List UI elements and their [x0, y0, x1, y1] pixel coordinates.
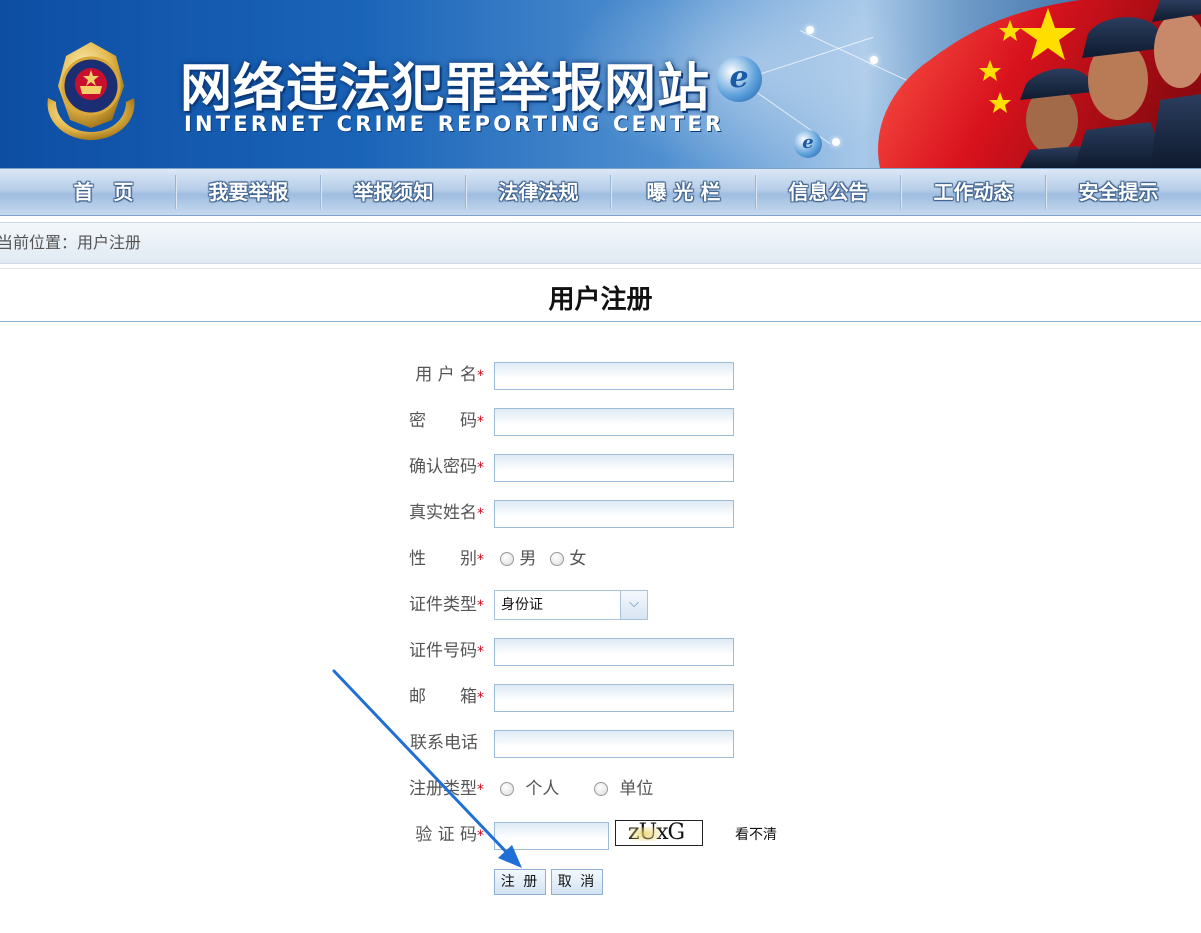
register-type-individual-label: 个人 [525, 779, 560, 799]
username-row: 用 户 名* [400, 360, 820, 390]
register-type-option-individual[interactable]: 个人 [500, 774, 559, 804]
required-mark: * [477, 598, 484, 614]
phone-row: 联系电话 [400, 728, 820, 758]
nav-item-work-news[interactable]: 工作动态 [902, 169, 1045, 215]
register-type-organization-label: 单位 [619, 779, 654, 799]
confirm-password-row: 确认密码* [400, 452, 820, 482]
chevron-down-icon[interactable]: ⌵ [620, 590, 648, 620]
register-type-label: 注册类型* [409, 779, 484, 799]
site-banner: e e 网络违法犯罪举报网站 INTERNET CRIME REPORTING … [0, 0, 1201, 168]
email-label: 邮 箱* [409, 687, 484, 707]
nav-item-guidelines[interactable]: 举报须知 [322, 169, 465, 215]
required-mark: * [477, 368, 484, 384]
username-label: 用 户 名* [415, 365, 484, 385]
password-row: 密 码* [400, 406, 820, 436]
real-name-input[interactable] [494, 500, 734, 528]
captcha-input[interactable] [494, 822, 609, 850]
email-row: 邮 箱* [400, 682, 820, 712]
id-type-label: 证件类型* [409, 595, 484, 615]
globe-e-icon: e [794, 130, 822, 158]
flag-and-police-graphic [878, 0, 1201, 168]
id-number-input[interactable] [494, 638, 734, 666]
required-mark: * [477, 414, 484, 430]
title-divider [0, 321, 1201, 322]
nav-item-home[interactable]: 首 页 [32, 169, 175, 215]
id-type-selected-value: 身份证 [501, 597, 543, 613]
captcha-label: 验 证 码* [415, 825, 484, 845]
police-emblem-icon [47, 42, 135, 140]
gender-male-label: 男 [519, 549, 537, 569]
nav-item-safety-tips[interactable]: 安全提示 [1047, 169, 1190, 215]
phone-label: 联系电话 [410, 733, 478, 753]
radio-button[interactable] [550, 552, 564, 566]
breadcrumb: 当前位置：用户注册 [0, 222, 1201, 264]
id-number-row: 证件号码* [400, 636, 820, 666]
required-mark: * [477, 460, 484, 476]
site-title: 网络违法犯罪举报网站 [180, 59, 711, 119]
form-actions: 注 册 取 消 [400, 869, 820, 899]
radio-button[interactable] [594, 782, 608, 796]
username-input[interactable] [494, 362, 734, 390]
breadcrumb-text: 当前位置：用户注册 [0, 233, 142, 252]
id-type-row: 证件类型* 身份证 ⌵ [400, 590, 820, 620]
nav-item-report[interactable]: 我要举报 [177, 169, 320, 215]
captcha-row: 验 证 码* zUxG 看不清 [400, 820, 820, 850]
register-type-row: 注册类型* 个人 单位 [400, 774, 820, 804]
radio-button[interactable] [500, 782, 514, 796]
gender-option-male[interactable]: 男 [500, 544, 536, 574]
real-name-row: 真实姓名* [400, 498, 820, 528]
id-type-select[interactable]: 身份证 ⌵ [494, 590, 648, 620]
password-label: 密 码* [409, 411, 484, 431]
register-type-option-organization[interactable]: 单位 [594, 774, 653, 804]
main-nav: 首 页 我要举报 举报须知 法律法规 曝 光 栏 信息公告 工作动态 安全提示 [0, 168, 1201, 216]
confirm-password-input[interactable] [494, 454, 734, 482]
captcha-image[interactable]: zUxG [615, 820, 703, 846]
required-mark: * [477, 552, 484, 568]
password-input[interactable] [494, 408, 734, 436]
nav-item-laws[interactable]: 法律法规 [467, 169, 610, 215]
gender-label: 性 别* [409, 549, 484, 569]
required-mark: * [477, 690, 484, 706]
email-input[interactable] [494, 684, 734, 712]
nav-item-announcements[interactable]: 信息公告 [757, 169, 900, 215]
site-subtitle: INTERNET CRIME REPORTING CENTER [184, 112, 725, 136]
gender-female-label: 女 [569, 549, 587, 569]
gender-row: 性 别* 男 女 [400, 544, 820, 574]
cancel-button[interactable]: 取 消 [551, 869, 603, 895]
radio-button[interactable] [500, 552, 514, 566]
required-mark: * [477, 644, 484, 660]
required-mark: * [477, 506, 484, 522]
globe-e-icon: e [716, 56, 762, 102]
page-title: 用户注册 [0, 268, 1201, 321]
register-button[interactable]: 注 册 [494, 869, 546, 895]
real-name-label: 真实姓名* [409, 503, 484, 523]
confirm-password-label: 确认密码* [409, 457, 484, 477]
required-mark: * [477, 828, 484, 844]
phone-input[interactable] [494, 730, 734, 758]
required-mark: * [477, 782, 484, 798]
nav-item-exposure[interactable]: 曝 光 栏 [612, 169, 755, 215]
id-number-label: 证件号码* [409, 641, 484, 661]
captcha-refresh-link[interactable]: 看不清 [735, 820, 777, 850]
gender-option-female[interactable]: 女 [550, 544, 586, 574]
